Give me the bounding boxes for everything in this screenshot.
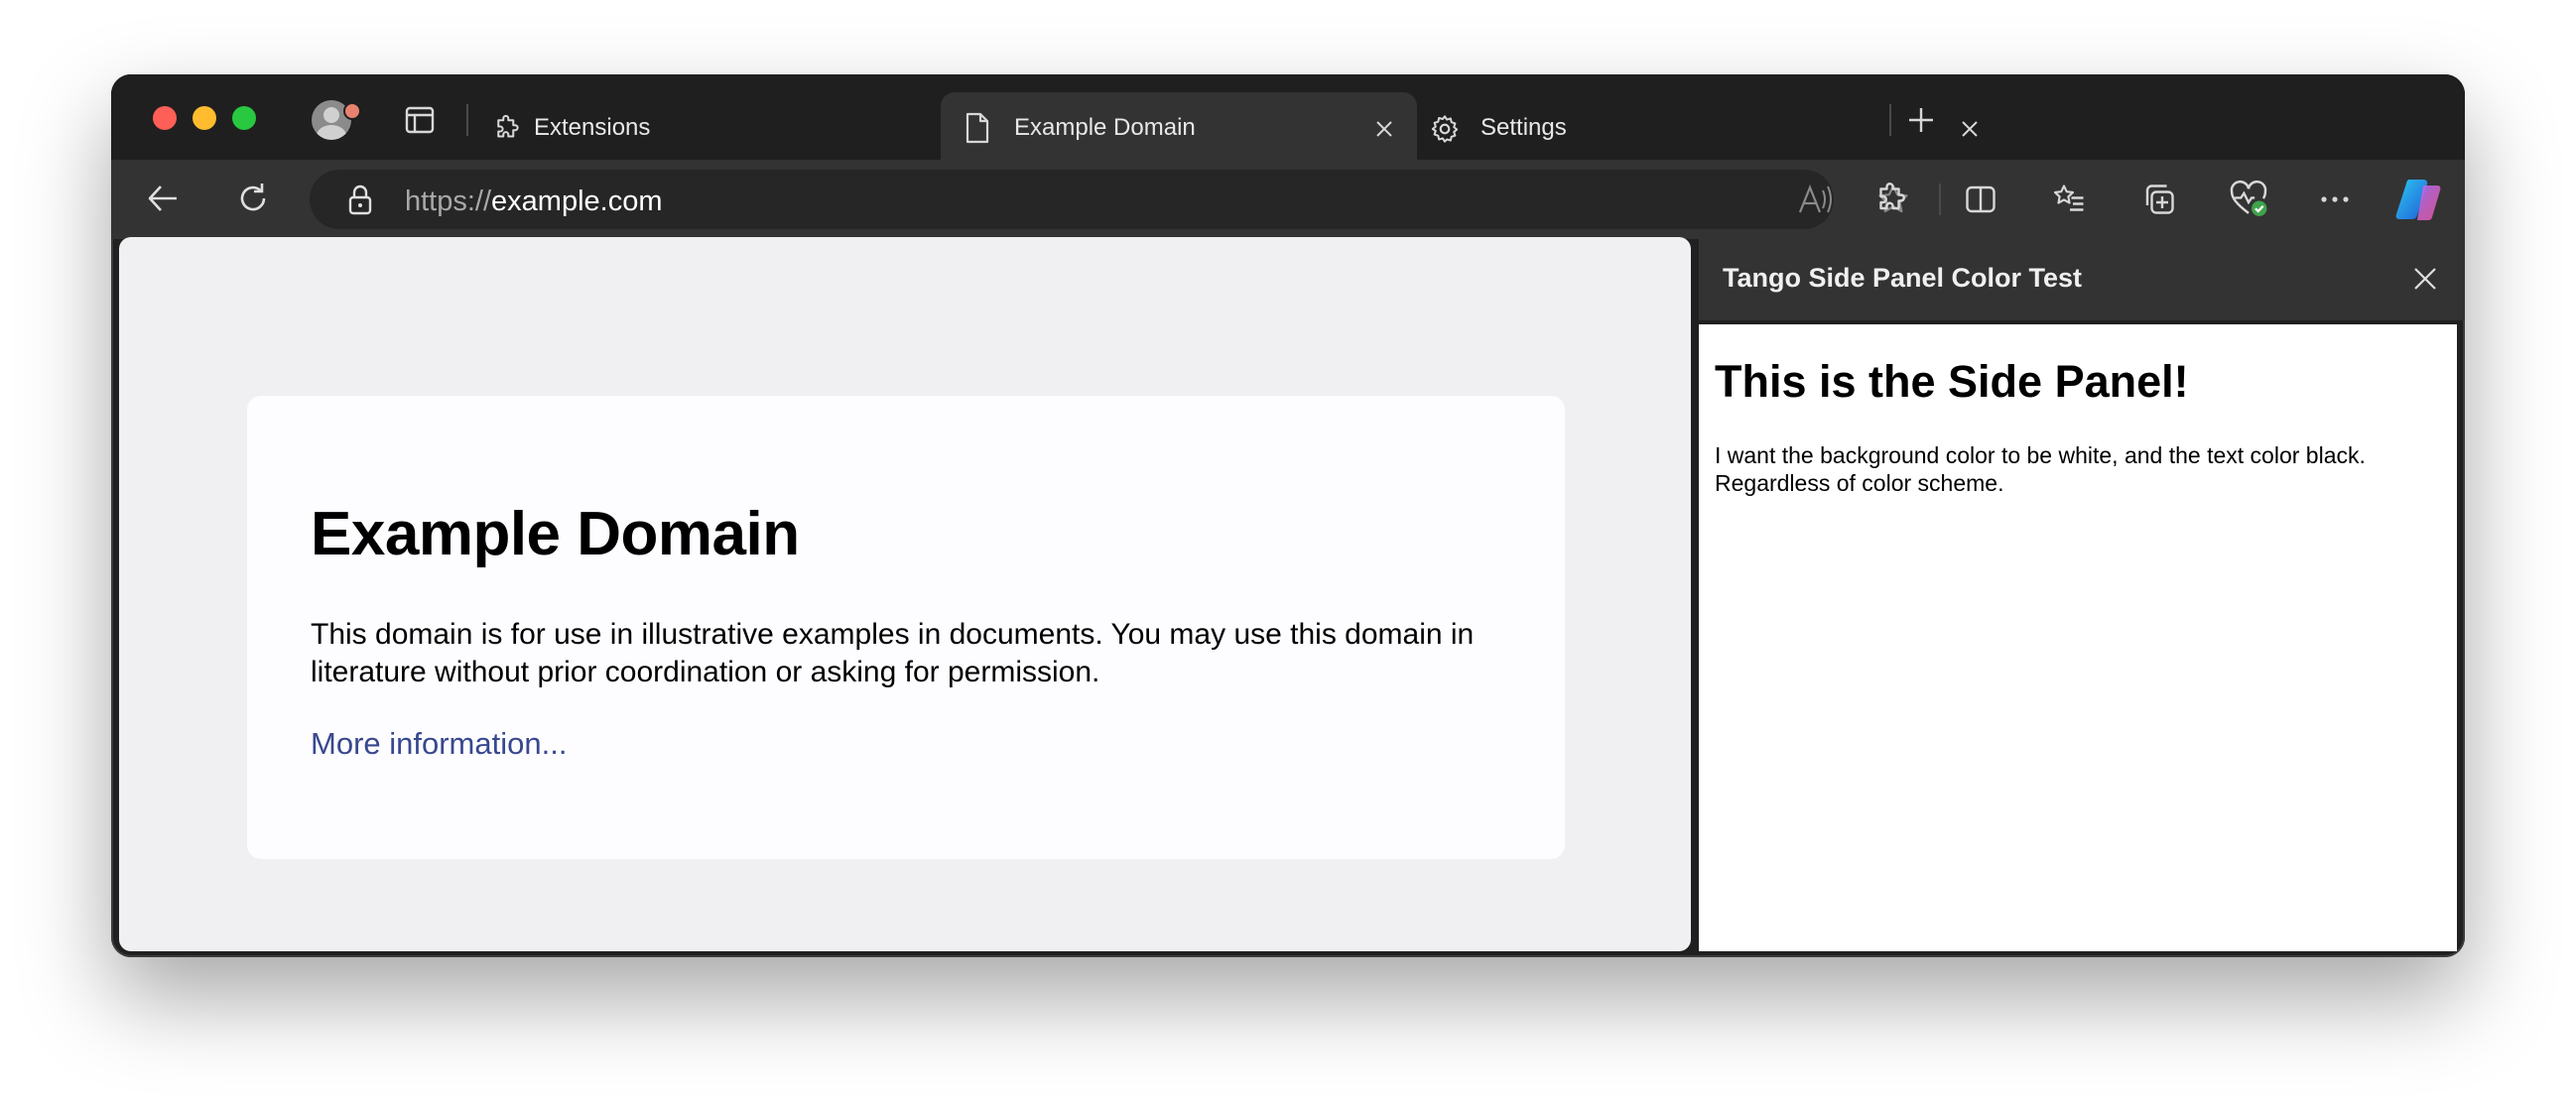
- tab-label: Extensions: [534, 114, 651, 141]
- more-information-link[interactable]: More information...: [311, 726, 567, 762]
- browser-essentials-icon[interactable]: [2229, 180, 2268, 219]
- tab-separator: [466, 104, 468, 136]
- close-window-button[interactable]: [153, 106, 177, 130]
- side-panel-text: I want the background color to be white,…: [1715, 442, 2366, 496]
- back-icon[interactable]: [147, 184, 179, 213]
- maximize-window-button[interactable]: [232, 106, 256, 130]
- tab-example-domain[interactable]: Example Domain: [941, 92, 1417, 160]
- more-options-icon[interactable]: [2320, 195, 2350, 203]
- side-panel-title: Tango Side Panel Color Test: [1723, 263, 2083, 293]
- collections-icon[interactable]: [2141, 182, 2177, 217]
- tab-strip: Extensions Example Domain Settings: [111, 74, 2465, 160]
- side-panel-body: This is the Side Panel! I want the backg…: [1699, 324, 2457, 951]
- gear-icon: [1431, 115, 1459, 143]
- split-screen-icon[interactable]: [1963, 182, 1998, 217]
- read-aloud-icon[interactable]: [1798, 184, 1834, 214]
- page-body-text: This domain is for use in illustrative e…: [311, 618, 1475, 688]
- content-card: Example Domain This domain is for use in…: [247, 396, 1565, 859]
- favorites-icon[interactable]: [2052, 182, 2088, 217]
- close-tab-icon[interactable]: [1961, 120, 1979, 138]
- close-panel-icon[interactable]: [2413, 267, 2437, 291]
- extensions-icon[interactable]: [1873, 182, 1909, 217]
- side-panel-header: Tango Side Panel Color Test: [1699, 237, 2465, 320]
- tab-label: Example Domain: [1014, 114, 1196, 141]
- url-host: example.com: [491, 185, 663, 217]
- tab-settings[interactable]: Settings: [1417, 92, 1978, 160]
- minimize-window-button[interactable]: [193, 106, 216, 130]
- copilot-icon[interactable]: [2395, 178, 2443, 221]
- lock-icon[interactable]: [347, 184, 373, 215]
- page-heading: Example Domain: [311, 500, 800, 568]
- url-scheme: https://: [405, 185, 492, 217]
- new-tab-icon[interactable]: [1907, 106, 1935, 134]
- close-tab-icon[interactable]: [1375, 120, 1393, 138]
- puzzle-icon: [497, 114, 519, 138]
- tab-separator: [1889, 104, 1891, 136]
- toolbar-separator: [1939, 184, 1941, 215]
- refresh-icon[interactable]: [236, 182, 270, 215]
- browser-window: Extensions Example Domain Settings https…: [111, 74, 2465, 957]
- page-viewport: Example Domain This domain is for use in…: [119, 237, 1691, 951]
- tab-label: Settings: [1481, 114, 1567, 141]
- url-text[interactable]: https://example.com: [405, 185, 663, 218]
- side-panel-heading: This is the Side Panel!: [1715, 356, 2189, 407]
- profile-notification-dot: [343, 102, 361, 120]
- toolbar: https://example.com: [111, 160, 2465, 239]
- page-icon: [966, 112, 989, 144]
- address-bar[interactable]: https://example.com: [310, 170, 1908, 229]
- vertical-tabs-icon[interactable]: [405, 106, 435, 134]
